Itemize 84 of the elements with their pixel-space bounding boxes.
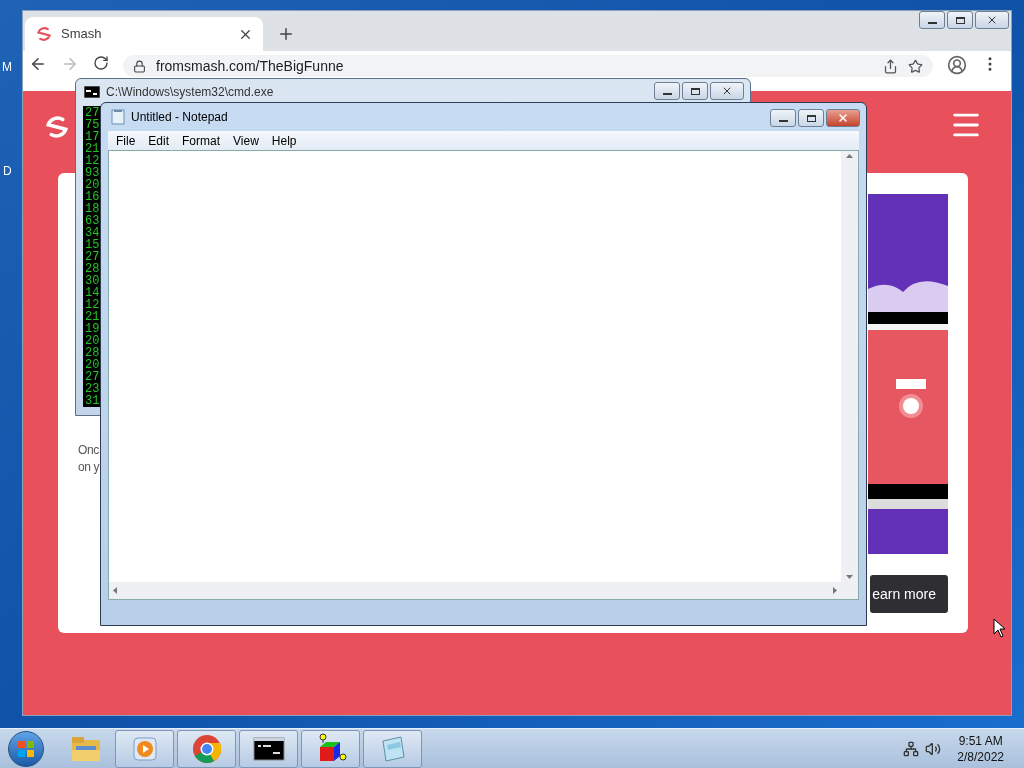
scroll-down-icon[interactable]	[846, 575, 853, 579]
terminal-icon	[252, 736, 285, 761]
maximize-button[interactable]	[947, 11, 973, 29]
desktop-icon-label: M	[2, 59, 12, 76]
console-line: 27	[85, 107, 100, 119]
learn-more-button[interactable]: earn more	[870, 575, 948, 613]
url-text: fromsmash.com/TheBigFunne	[156, 56, 344, 76]
profile-icon[interactable]	[947, 55, 967, 75]
new-tab-icon[interactable]	[277, 25, 295, 43]
scroll-right-icon[interactable]	[833, 587, 837, 594]
menu-item[interactable]: Help	[265, 131, 303, 150]
console-line: 14	[85, 287, 100, 299]
back-icon[interactable]	[29, 55, 47, 73]
minimize-button[interactable]	[654, 82, 680, 100]
close-icon	[721, 85, 733, 97]
console-line: 30	[85, 275, 100, 287]
card-text: on y	[78, 459, 100, 476]
console-line: 31	[85, 395, 100, 407]
terminal-icon	[84, 86, 100, 98]
browser-tab[interactable]: Smash	[25, 17, 263, 51]
close-icon	[837, 112, 849, 124]
console-line: 63	[85, 215, 100, 227]
scroll-up-icon[interactable]	[846, 154, 853, 158]
horizontal-scrollbar[interactable]	[109, 582, 841, 599]
mouse-cursor-icon	[993, 618, 1006, 638]
console-line: 12	[85, 299, 100, 311]
card-text: Onc	[78, 442, 99, 459]
folder-icon	[71, 735, 101, 762]
console-line: 27	[85, 251, 100, 263]
console-line: 18	[85, 203, 100, 215]
console-line: 27	[85, 371, 100, 383]
play-icon	[131, 735, 158, 762]
clock-date: 2/8/2022	[957, 748, 1004, 765]
taskbar-button[interactable]	[239, 729, 298, 768]
console-line: 20	[85, 359, 100, 371]
console-line: 23	[85, 383, 100, 395]
logo-icon	[43, 113, 71, 141]
console-line: 20	[85, 335, 100, 347]
chrome-icon	[191, 733, 222, 764]
console-line: 28	[85, 263, 100, 275]
reload-icon[interactable]	[93, 55, 109, 71]
close-button[interactable]	[710, 82, 744, 100]
clock-time: 9:51 AM	[958, 732, 1003, 749]
windows-logo-icon	[17, 739, 35, 758]
notepad-icon	[111, 109, 125, 125]
console-line: 75	[85, 119, 100, 131]
console-line: 12	[85, 155, 100, 167]
console-line: 21	[85, 311, 100, 323]
console-line: 93	[85, 167, 100, 179]
maximize-button[interactable]	[798, 109, 824, 127]
vertical-scrollbar[interactable]	[841, 151, 858, 582]
close-button[interactable]	[826, 109, 860, 127]
start-button[interactable]	[8, 730, 44, 767]
console-line: 28	[85, 347, 100, 359]
console-line: 16	[85, 191, 100, 203]
console-line: 21	[85, 143, 100, 155]
console-line: 19	[85, 323, 100, 335]
minimize-button[interactable]	[770, 109, 796, 127]
speaker-icon[interactable]	[925, 740, 942, 757]
scroll-left-icon[interactable]	[113, 587, 117, 594]
bookmark-star-icon[interactable]	[908, 58, 923, 74]
window-title: C:\Windows\system32\cmd.exe	[106, 84, 274, 101]
close-icon	[986, 14, 998, 26]
clock[interactable]: 9:51 AM 2/8/2022	[957, 732, 1004, 765]
console-line: 20	[85, 179, 100, 191]
minimize-button[interactable]	[919, 11, 945, 29]
menu-item[interactable]: Format	[176, 131, 227, 150]
tab-favicon-icon	[35, 25, 53, 43]
taskbar-button[interactable]	[301, 729, 360, 768]
menu-item[interactable]: File	[110, 131, 142, 150]
console-line: 15	[85, 239, 100, 251]
lock-icon	[133, 59, 146, 73]
share-icon[interactable]	[883, 58, 898, 74]
address-bar[interactable]: fromsmash.com/TheBigFunne	[123, 55, 933, 77]
desktop-icon-label: D	[3, 163, 12, 180]
menu-item[interactable]: Edit	[142, 131, 176, 150]
window-title: Untitled - Notepad	[131, 109, 228, 126]
network-icon[interactable]	[903, 740, 920, 757]
menu-item[interactable]: View	[227, 131, 265, 150]
console-line: 17	[85, 131, 100, 143]
maximize-button[interactable]	[682, 82, 708, 100]
console-line: 34	[85, 227, 100, 239]
tab-title: Smash	[61, 25, 103, 44]
close-button[interactable]	[975, 11, 1009, 29]
